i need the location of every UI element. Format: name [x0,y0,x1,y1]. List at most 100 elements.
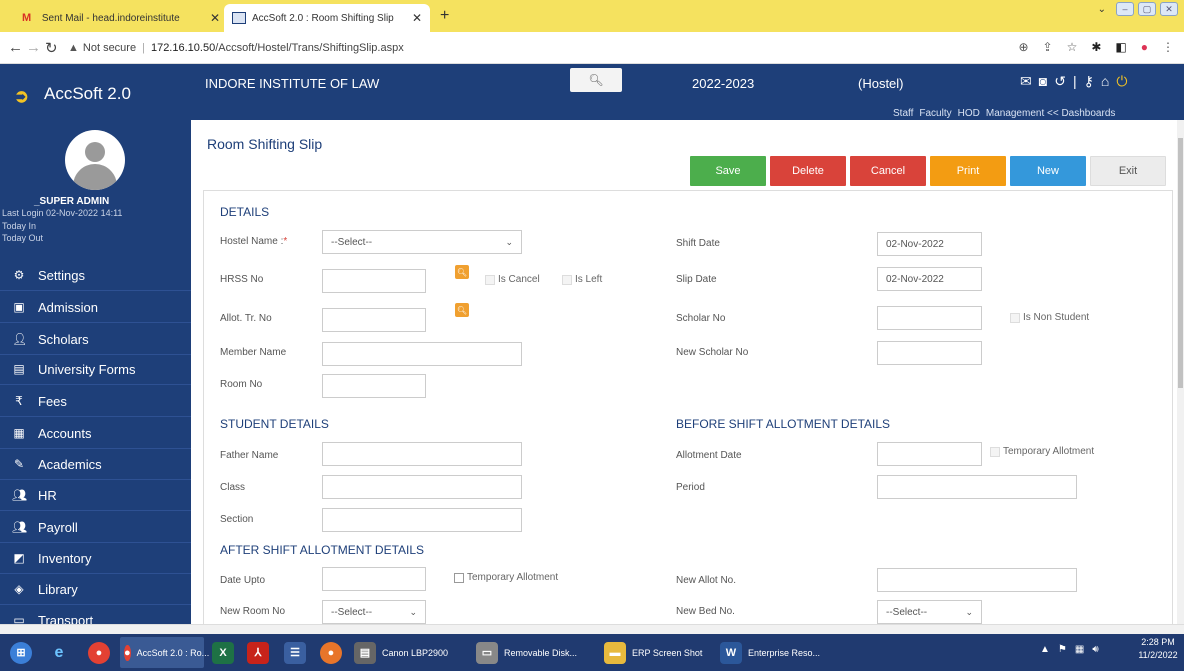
temporary-allotment-before-checkbox[interactable]: Temporary Allotment [990,446,1094,457]
back-icon[interactable]: ← [8,39,23,56]
refresh-icon[interactable]: ↺ [1054,73,1066,90]
sidebar-item-academics[interactable]: ✎ Academics [12,453,102,475]
minimize-button[interactable]: – [1116,2,1134,16]
tab-gmail[interactable]: M Sent Mail - head.indoreinstitute ✕ [14,4,228,32]
sidebar-item-label: Library [38,581,78,597]
link-hod[interactable]: HOD [958,108,980,119]
avatar [65,130,125,190]
share-icon[interactable]: ⇪ [1043,40,1053,54]
reload-icon[interactable]: ↻ [45,39,58,57]
tab-accsoft[interactable]: AccSoft 2.0 : Room Shifting Slip ✕ [224,4,430,32]
slip-date-input[interactable]: 02-Nov-2022 [877,267,982,291]
sidebar-item-transport[interactable]: ▭ Transport [12,609,93,625]
flag-icon[interactable]: ⚑ [1058,644,1067,655]
taskbar-firefox[interactable]: ● [316,637,346,668]
room-no-input[interactable] [322,374,426,398]
link-dashboards[interactable]: Management << Dashboards [986,108,1116,119]
taskbar-item-removable-disk[interactable]: ▭ Removable Disk... [472,637,592,668]
forward-icon[interactable]: → [26,39,41,56]
sidebar-item-accounts[interactable]: ▦ Accounts [12,422,91,444]
app-logo[interactable]: ➲ AccSoft 2.0 [14,84,131,106]
sidebar-item-scholars[interactable]: 👤︎ Scholars [12,328,89,350]
printer-icon: ▤ [354,641,376,664]
chevron-down-icon[interactable]: ⌄ [1098,4,1106,15]
close-window-button[interactable]: ✕ [1160,2,1178,16]
scholar-no-input[interactable] [877,306,982,330]
taskbar-item-word[interactable]: W Enterprise Reso... [716,637,836,668]
slip-date-label: Slip Date [676,274,717,285]
star-icon[interactable]: ☆ [1067,40,1078,54]
sidebar-item-university-forms[interactable]: ▤ University Forms [12,358,135,380]
sidebar-item-library[interactable]: ◈ Library [12,578,78,600]
new-scholar-no-input[interactable] [877,341,982,365]
taskbar-acrobat[interactable]: ⅄ [243,637,273,668]
delete-button[interactable]: Delete [770,156,846,186]
shift-date-input[interactable]: 02-Nov-2022 [877,232,982,256]
sidebar-item-hr[interactable]: 👥︎ HR [12,484,57,506]
taskbar-item-erp-folder[interactable]: ▬ ERP Screen Shot [600,637,710,668]
is-cancel-checkbox[interactable]: Is Cancel [485,274,540,285]
is-left-checkbox[interactable]: Is Left [562,274,602,285]
temporary-allotment-after-checkbox[interactable]: Temporary Allotment [454,572,558,583]
new-room-no-select[interactable]: --Select-- ⌄ [322,600,426,624]
new-room-no-label: New Room No [220,606,286,617]
menu-icon[interactable]: ⋮ [1162,40,1174,54]
sidebar-icon[interactable]: ◧ [1115,40,1126,54]
section-input[interactable] [322,508,522,532]
clock[interactable]: 2:28 PM 11/2/2022 [1136,636,1180,662]
new-bed-no-select[interactable]: --Select-- ⌄ [877,600,982,624]
profile-icon[interactable]: ● [1141,40,1148,54]
member-name-input[interactable] [322,342,522,366]
home-icon[interactable]: ⌂ [1101,73,1109,90]
taskbar-ie[interactable]: e [44,637,74,668]
class-input[interactable] [322,475,522,499]
father-name-input[interactable] [322,442,522,466]
start-button[interactable]: ⊞ [6,637,36,668]
sidebar-item-admission[interactable]: ▣ Admission [12,296,98,318]
hrss-no-input[interactable] [322,269,426,293]
network-icon[interactable]: ▦ [1075,644,1084,655]
hostel-name-select[interactable]: --Select-- ⌄ [322,230,522,254]
period-input[interactable] [877,475,1077,499]
header-search-button[interactable]: 🔍︎ [570,68,622,92]
sidebar-item-settings[interactable]: ⚙ Settings [12,264,85,286]
key-icon[interactable]: ⚷ [1084,73,1094,90]
url-field[interactable]: ▲ Not secure | 172.16.10.50 /Accsoft/Hos… [68,37,1128,59]
search-icon[interactable]: 🔍︎ [455,303,469,317]
link-faculty[interactable]: Faculty [919,108,951,119]
show-hidden-icons-icon[interactable]: ▲ [1040,644,1050,655]
new-tab-button[interactable]: + [440,7,449,25]
allotment-date-input[interactable] [877,442,982,466]
print-button[interactable]: Print [930,156,1006,186]
taskbar-chrome[interactable]: ● [84,637,114,668]
zoom-icon[interactable]: ⊕ [1018,40,1028,54]
taskbar-app[interactable]: ☰ [280,637,310,668]
volume-icon[interactable]: 🔊︎ [1092,644,1098,655]
save-button[interactable]: Save [690,156,766,186]
maximize-button[interactable]: ▢ [1138,2,1156,16]
new-allot-no-input[interactable] [877,568,1077,592]
taskbar-item-accsoft[interactable]: ● AccSoft 2.0 : Ro... [120,637,209,668]
power-icon[interactable]: ⏻ [1116,73,1127,90]
cancel-button[interactable]: Cancel [850,156,926,186]
taskbar-item-printer[interactable]: ▤ Canon LBP2900 [350,637,466,668]
taskbar-excel[interactable]: X [208,637,238,668]
vertical-scrollbar-thumb[interactable] [1178,138,1183,388]
link-staff[interactable]: Staff [893,108,913,119]
search-icon[interactable]: 🔍︎ [455,265,469,279]
horizontal-scrollbar[interactable] [0,624,1184,634]
new-button[interactable]: New [1010,156,1086,186]
is-non-student-checkbox[interactable]: Is Non Student [1010,312,1089,323]
sidebar-item-payroll[interactable]: 👥︎ Payroll [12,516,78,538]
extensions-icon[interactable]: ✱ [1091,40,1101,54]
date-upto-input[interactable] [322,567,426,591]
exit-button[interactable]: Exit [1090,156,1166,186]
sidebar-item-inventory[interactable]: ◩ Inventory [12,547,91,569]
mail-icon[interactable]: ✉ [1020,73,1032,90]
toggle-icon[interactable]: ◙ [1039,73,1047,90]
tab-close-button[interactable]: ✕ [412,11,422,25]
new-scholar-no-label: New Scholar No [676,347,749,358]
sidebar-item-fees[interactable]: ₹ Fees [12,390,67,412]
allot-tr-no-input[interactable] [322,308,426,332]
tab-close-button[interactable]: ✕ [210,11,220,25]
